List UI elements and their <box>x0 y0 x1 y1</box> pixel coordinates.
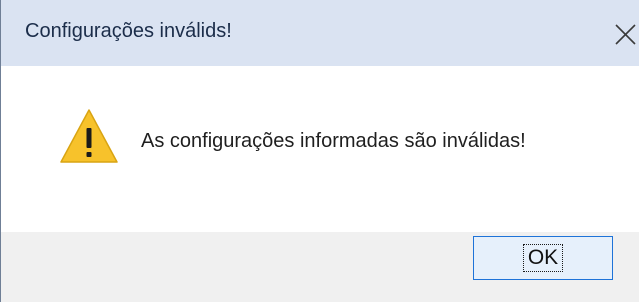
warning-icon <box>60 109 118 163</box>
dialog-footer: OK <box>1 232 639 302</box>
dialog-window: Configurações inválids! As configurações… <box>0 0 639 302</box>
close-icon <box>615 24 636 45</box>
dialog-title: Configurações inválids! <box>25 20 232 42</box>
title-bar[interactable]: Configurações inválids! <box>1 0 639 66</box>
ok-button-label: OK <box>522 244 564 272</box>
dialog-message: As configurações informadas são inválida… <box>141 130 526 152</box>
ok-button[interactable]: OK <box>473 236 613 280</box>
close-button[interactable] <box>609 18 639 48</box>
dialog-content: As configurações informadas são inválida… <box>1 66 639 232</box>
